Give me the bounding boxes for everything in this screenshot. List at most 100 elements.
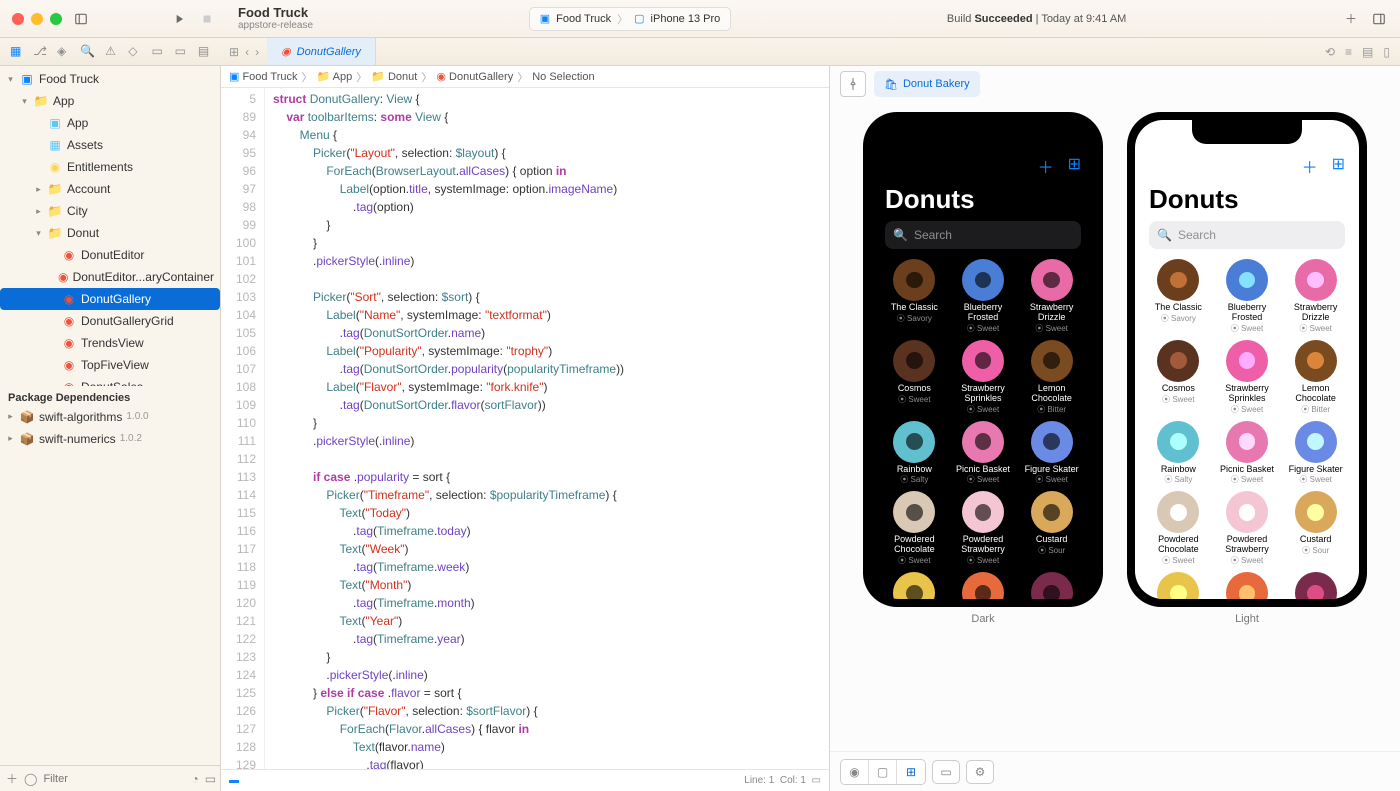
device-settings-button[interactable]: ▭ [932, 760, 960, 784]
donut-cell[interactable]: Powdered Chocolate⦿ Sweet [1145, 491, 1212, 566]
donut-cell[interactable] [881, 572, 948, 599]
folder-app[interactable]: ▾📁App [0, 90, 220, 112]
donut-cell[interactable]: Cosmos⦿ Sweet [881, 340, 948, 415]
nav-breakpoints-icon[interactable]: ▭ [175, 44, 188, 60]
donut-cell[interactable]: Powdered Chocolate⦿ Sweet [881, 491, 948, 566]
folder-donut[interactable]: ▾📁Donut [0, 222, 220, 244]
debug-console-icon[interactable]: ▬ [229, 775, 239, 786]
donut-cell[interactable]: Strawberry Sprinkles⦿ Sweet [950, 340, 1017, 415]
preview-provider-button[interactable]: 🛍 Donut Bakery [874, 71, 980, 97]
library-icon[interactable] [1370, 10, 1388, 28]
folder-city[interactable]: ▸📁City [0, 200, 220, 222]
file-trendsview[interactable]: ◉TrendsView [0, 332, 220, 354]
jumpbar-segment[interactable]: ▣ Food Truck [229, 70, 297, 83]
dep-swift-algorithms[interactable]: ▸📦swift-algorithms 1.0.0 [0, 406, 220, 428]
sidebar-toggle-icon[interactable] [72, 10, 90, 28]
donut-cell[interactable]: Strawberry Drizzle⦿ Sweet [1018, 259, 1085, 334]
donut-cell[interactable]: Picnic Basket⦿ Sweet [950, 421, 1017, 486]
donut-cell[interactable]: Strawberry Drizzle⦿ Sweet [1282, 259, 1349, 334]
file-donutsales[interactable]: ◉DonutSales [0, 376, 220, 386]
file-donuteditor...arycontainer[interactable]: ◉DonutEditor...aryContainer [0, 266, 220, 288]
donut-cell[interactable]: Powdered Strawberry⦿ Sweet [950, 491, 1017, 566]
donut-cell[interactable] [1145, 572, 1212, 599]
donut-cell[interactable]: Lemon Chocolate⦿ Bitter [1018, 340, 1085, 415]
forward-icon[interactable]: › [255, 45, 259, 59]
donut-cell[interactable]: The Classic⦿ Savory [1145, 259, 1212, 334]
nav-debug-icon[interactable]: ▭ [151, 44, 164, 60]
jumpbar-segment[interactable]: 📁 Donut [371, 70, 417, 83]
nav-tests-icon[interactable]: ◇ [128, 44, 141, 60]
file-donutgallerygrid[interactable]: ◉DonutGalleryGrid [0, 310, 220, 332]
donut-cell[interactable]: Cosmos⦿ Sweet [1145, 340, 1212, 415]
nav-reports-icon[interactable]: ▤ [198, 44, 211, 60]
jumpbar-segment[interactable]: 📁 App [316, 70, 352, 83]
scheme-selector[interactable]: ▣ Food Truck 〉 ▢ iPhone 13 Pro [529, 7, 732, 31]
file-entitlements[interactable]: ◉Entitlements [0, 156, 220, 178]
related-items-icon[interactable]: ⊞ [229, 45, 239, 59]
jumpbar-segment[interactable]: No Selection [532, 71, 594, 83]
nav-issues-icon[interactable]: ⚠ [105, 44, 118, 60]
zoom-window[interactable] [50, 13, 62, 25]
project-root[interactable]: ▾▣Food Truck [0, 68, 220, 90]
dep-swift-numerics[interactable]: ▸📦swift-numerics 1.0.2 [0, 428, 220, 450]
pin-button[interactable] [840, 71, 866, 97]
tab-donutgallery[interactable]: ◉ DonutGallery [267, 38, 376, 65]
add-icon[interactable]: ＋ [1302, 154, 1318, 178]
donut-cell[interactable]: Blueberry Frosted⦿ Sweet [950, 259, 1017, 334]
adjust-editor-icon[interactable]: ≡ [1345, 45, 1352, 59]
donut-cell[interactable]: Strawberry Sprinkles⦿ Sweet [1214, 340, 1281, 415]
inspectors-icon[interactable]: ▯ [1383, 45, 1390, 59]
recent-icon[interactable]: ◔ [191, 772, 198, 786]
layout-icon[interactable]: ⊞ [1332, 154, 1345, 178]
donut-cell[interactable] [1214, 572, 1281, 599]
canvas-toggle-icon[interactable]: ▭ [812, 775, 821, 786]
add-icon[interactable]: ＋ [1342, 10, 1360, 28]
live-button[interactable]: ◉ [841, 760, 869, 784]
file-app[interactable]: ▣App [0, 112, 220, 134]
nav-project-icon[interactable]: ▦ [10, 44, 23, 60]
donut-cell[interactable]: Custard⦿ Sour [1282, 491, 1349, 566]
selectable-button[interactable]: ▢ [869, 760, 897, 784]
file-topfiveview[interactable]: ◉TopFiveView [0, 354, 220, 376]
nav-symbols-icon[interactable]: ◈ [57, 44, 70, 60]
run-button[interactable] [170, 10, 188, 28]
donut-cell[interactable]: Picnic Basket⦿ Sweet [1214, 421, 1281, 486]
file-assets[interactable]: ▦Assets [0, 134, 220, 156]
donut-cell[interactable] [1282, 572, 1349, 599]
layout-icon[interactable]: ⊞ [1068, 154, 1081, 178]
file-donuteditor[interactable]: ◉DonutEditor [0, 244, 220, 266]
jumpbar-segment[interactable]: ◉ DonutGallery [436, 70, 513, 83]
donut-cell[interactable] [1018, 572, 1085, 599]
scm-icon[interactable]: ▭ [205, 772, 216, 786]
search-field[interactable]: 🔍Search [885, 221, 1081, 249]
back-icon[interactable]: ‹ [245, 45, 249, 59]
stop-button[interactable] [198, 10, 216, 28]
jump-bar[interactable]: ▣ Food Truck〉📁 App〉📁 Donut〉◉ DonutGaller… [221, 66, 829, 88]
add-icon[interactable]: ＋ [1038, 154, 1054, 178]
donut-cell[interactable] [950, 572, 1017, 599]
donut-cell[interactable]: Custard⦿ Sour [1018, 491, 1085, 566]
donut-cell[interactable]: Powdered Strawberry⦿ Sweet [1214, 491, 1281, 566]
folder-account[interactable]: ▸📁Account [0, 178, 220, 200]
nav-source-control-icon[interactable]: ⎇ [33, 44, 47, 60]
donut-cell[interactable]: The Classic⦿ Savory [881, 259, 948, 334]
file-donutgallery[interactable]: ◉DonutGallery [0, 288, 220, 310]
donut-cell[interactable]: Figure Skater⦿ Sweet [1282, 421, 1349, 486]
filter-input[interactable] [43, 773, 185, 785]
preview-settings-button[interactable]: ⚙ [966, 760, 994, 784]
donut-cell[interactable]: Rainbow⦿ Salty [881, 421, 948, 486]
donut-cell[interactable]: Figure Skater⦿ Sweet [1018, 421, 1085, 486]
search-field[interactable]: 🔍Search [1149, 221, 1345, 249]
donut-cell[interactable]: Rainbow⦿ Salty [1145, 421, 1212, 486]
close-window[interactable] [12, 13, 24, 25]
filter-scope-icon[interactable]: ◯ [24, 772, 37, 786]
variants-button[interactable]: ⊞ [897, 760, 925, 784]
minimize-window[interactable] [31, 13, 43, 25]
code-editor[interactable]: struct DonutGallery: View { var toolbarI… [265, 88, 829, 769]
donut-cell[interactable]: Blueberry Frosted⦿ Sweet [1214, 259, 1281, 334]
refresh-icon[interactable]: ⟲ [1325, 45, 1335, 59]
minimap-icon[interactable]: ▤ [1362, 45, 1373, 59]
add-file-icon[interactable]: ＋ [6, 770, 18, 787]
donut-cell[interactable]: Lemon Chocolate⦿ Bitter [1282, 340, 1349, 415]
nav-find-icon[interactable]: 🔍 [80, 44, 95, 60]
